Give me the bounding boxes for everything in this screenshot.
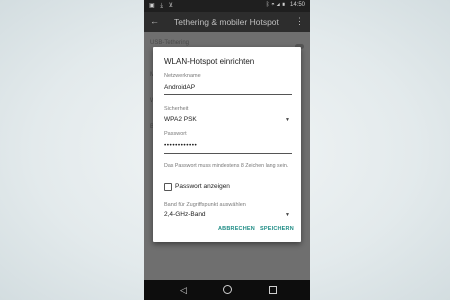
- band-select[interactable]: 2,4-GHz-Band: [164, 211, 206, 218]
- hotspot-setup-dialog: WLAN-Hotspot einrichten Netzwerkname And…: [153, 47, 301, 242]
- dialog-title: WLAN-Hotspot einrichten: [164, 57, 255, 66]
- bluetooth-icon: ᛒ: [265, 2, 270, 8]
- security-select[interactable]: WPA2 PSK: [164, 116, 197, 123]
- save-button[interactable]: SPEICHERN: [260, 226, 294, 232]
- network-name-underline: [164, 94, 292, 95]
- network-name-label: Netzwerkname: [164, 73, 201, 79]
- signal-icon: ◢: [276, 2, 281, 8]
- cancel-button[interactable]: ABBRECHEN: [218, 226, 255, 232]
- more-options-icon[interactable]: ⋮: [295, 16, 304, 27]
- nav-home-icon[interactable]: [223, 285, 232, 294]
- nav-back-icon[interactable]: ◁: [180, 285, 187, 296]
- wifi-icon: ◓: [271, 2, 275, 8]
- notification-icons: ▣ ⤓ ⊻: [149, 3, 176, 9]
- system-icons: ᛒ ◓ ◢ ▮ 14:50: [266, 2, 305, 8]
- show-password-checkbox[interactable]: [164, 183, 172, 191]
- status-bar: ▣ ⤓ ⊻ ᛒ ◓ ◢ ▮ 14:50: [144, 0, 310, 12]
- battery-icon: ▮: [281, 2, 286, 8]
- band-label: Band für Zugriffspunkt auswählen: [164, 202, 246, 208]
- password-hint: Das Passwort muss mindestens 8 Zeichen l…: [164, 163, 289, 169]
- password-label: Passwort: [164, 131, 187, 137]
- password-underline: [164, 153, 292, 154]
- app-bar-title: Tethering & mobiler Hotspot: [174, 17, 279, 27]
- back-arrow-icon[interactable]: ←: [150, 16, 159, 26]
- network-name-input[interactable]: AndroidAP: [164, 84, 195, 91]
- status-time: 14:50: [289, 2, 305, 8]
- show-password-label[interactable]: Passwort anzeigen: [175, 183, 230, 190]
- navigation-bar: ◁: [144, 280, 310, 300]
- security-label: Sicherheit: [164, 106, 189, 112]
- app-bar: ← Tethering & mobiler Hotspot ⋮: [144, 12, 310, 32]
- security-dropdown-icon[interactable]: ▼: [285, 117, 290, 123]
- password-input[interactable]: ••••••••••••: [164, 142, 197, 149]
- nav-recents-icon[interactable]: [269, 286, 277, 294]
- settings-row-usb[interactable]: USB-Tethering: [150, 40, 189, 46]
- band-dropdown-icon[interactable]: ▼: [285, 212, 290, 218]
